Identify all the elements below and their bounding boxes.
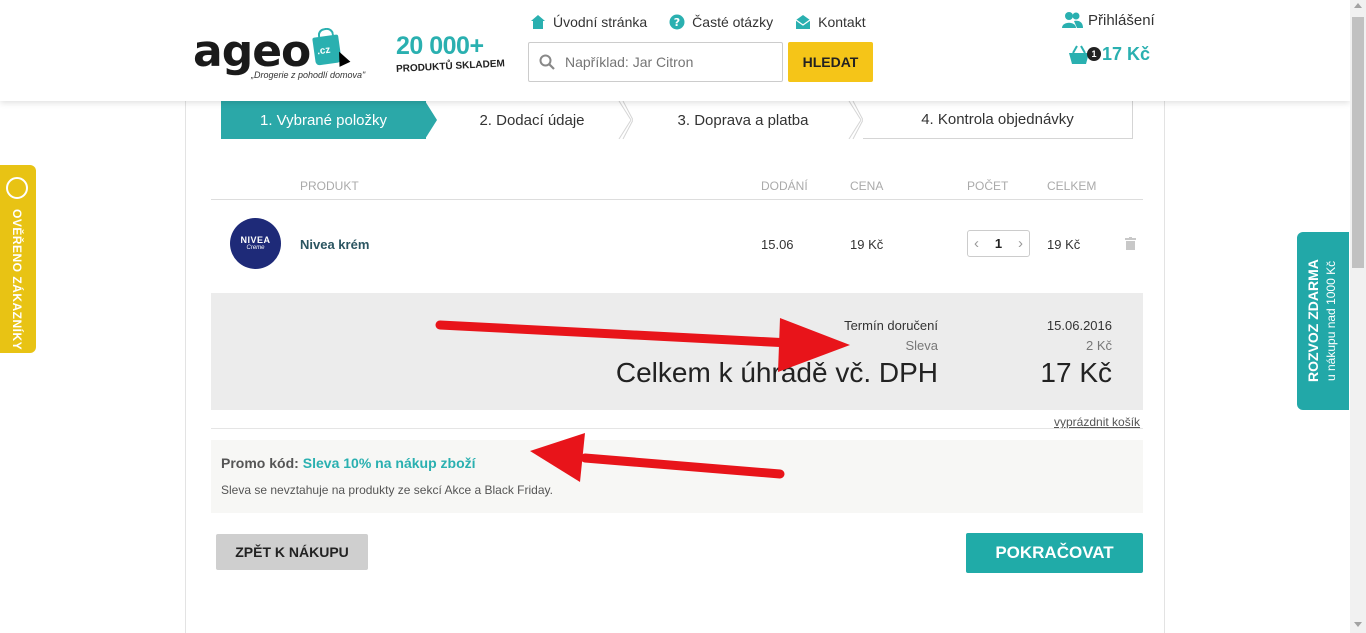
chevron-left-icon[interactable]: ‹	[974, 235, 979, 252]
promo-label: Promo kód:	[221, 455, 299, 471]
logo-tagline: „Drogerie z pohodlí domova"	[251, 70, 366, 80]
trash-icon[interactable]	[1125, 237, 1136, 250]
step-arrow	[848, 101, 863, 139]
discount-value: 2 Kč	[1085, 338, 1112, 353]
quantity-stepper: ‹ 1 ›	[967, 230, 1030, 257]
col-header-product: PRODUKT	[300, 179, 359, 193]
step-shipping-payment[interactable]: 3. Doprava a platba	[633, 101, 853, 139]
free-shipping-tab[interactable]: ROZVOZ ZDARMA u nákupu nad 1000 Kč	[1297, 232, 1349, 410]
delivery-date-label: Termín doručení	[844, 318, 938, 333]
product-name-link[interactable]: Nivea krém	[300, 237, 369, 252]
logo-badge: .cz	[316, 44, 332, 58]
continue-button[interactable]: POKRAČOVAT	[966, 533, 1143, 573]
product-image-sub: Creme	[246, 245, 265, 251]
scroll-up-arrow-icon[interactable]	[1354, 3, 1362, 8]
envelope-icon	[795, 15, 811, 29]
nav-contact-label: Kontakt	[818, 14, 866, 30]
total-value: 17 Kč	[1040, 357, 1112, 388]
step-selected-items[interactable]: 1. Vybrané položky	[221, 101, 426, 139]
seal-icon	[6, 177, 28, 199]
total-label: Celkem k úhradě vč. DPH	[615, 357, 938, 388]
step-arrow	[618, 101, 633, 139]
svg-text:?: ?	[674, 16, 680, 29]
promo-box: Promo kód: Sleva 10% na nákup zboží Sleva…	[211, 440, 1143, 513]
products-count-badge: 20 000+ PRODUKTŮ SKLADEM	[395, 32, 511, 76]
col-header-qty: POČET	[967, 179, 1009, 193]
search-icon	[539, 54, 555, 70]
col-header-delivery: DODÁNÍ	[761, 179, 808, 193]
free-shipping-subtitle: u nákupu nad 1000 Kč	[1324, 260, 1338, 382]
header: ageo .cz „Drogerie z pohodlí domova" 20 …	[0, 0, 1350, 101]
cart-button[interactable]: 1 17 Kč	[1068, 44, 1150, 65]
scrollbar[interactable]	[1350, 0, 1366, 633]
step-label: 3. Doprava a platba	[677, 111, 809, 129]
logo-text: ageo	[193, 26, 311, 77]
search-button[interactable]: HLEDAT	[788, 42, 873, 82]
product-total: 19 Kč	[1047, 237, 1081, 252]
step-label: 2. Dodací údaje	[479, 111, 585, 129]
free-shipping-title: ROZVOZ ZDARMA	[1305, 259, 1321, 383]
product-price: 19 Kč	[850, 237, 884, 252]
login-label: Přihlášení	[1088, 11, 1155, 29]
scrollbar-thumb[interactable]	[1352, 17, 1364, 268]
divider	[211, 199, 1143, 200]
top-nav: Úvodní stránka ? Časté otázky Kontakt	[530, 12, 866, 32]
discount-label: Sleva	[905, 338, 938, 353]
cart-count-badge: 1	[1087, 47, 1101, 61]
product-image-brand: NIVEA	[240, 235, 271, 245]
step-label: 4. Kontrola objednávky	[921, 111, 1074, 128]
verified-label: OVĚŘENO ZÁKAZNÍKY	[10, 209, 24, 351]
products-label: PRODUKTŮ SKLADEM	[395, 58, 506, 76]
divider	[211, 428, 1143, 429]
question-icon: ?	[669, 14, 685, 30]
users-icon	[1062, 12, 1083, 28]
search-box	[528, 42, 783, 82]
home-icon	[531, 15, 545, 29]
promo-code: Sleva 10% na nákup zboží	[302, 455, 476, 471]
nav-home-link[interactable]: Úvodní stránka	[530, 12, 647, 32]
order-summary: Termín doručení 15.06.2016 Sleva 2 Kč Ce…	[211, 293, 1143, 410]
col-header-total: CELKEM	[1047, 179, 1097, 193]
promo-title: Promo kód: Sleva 10% na nákup zboží	[221, 455, 476, 471]
checkout-steps: 1. Vybrané položky 2. Dodací údaje 3. Do…	[221, 101, 1133, 139]
back-to-shop-button[interactable]: ZPĚT K NÁKUPU	[216, 534, 368, 570]
page: ageo .cz „Drogerie z pohodlí domova" 20 …	[0, 0, 1366, 633]
product-delivery: 15.06	[761, 237, 794, 252]
chevron-right-icon[interactable]: ›	[1018, 235, 1023, 252]
cart-total: 17 Kč	[1102, 44, 1151, 64]
empty-cart-link[interactable]: vyprázdnit košík	[1054, 415, 1140, 429]
step-order-review[interactable]: 4. Kontrola objednávky	[863, 101, 1133, 139]
product-image[interactable]: NIVEA Creme	[230, 218, 281, 269]
products-count: 20 000+	[396, 32, 484, 60]
delivery-date-value: 15.06.2016	[1046, 318, 1112, 333]
nav-contact-link[interactable]: Kontakt	[795, 12, 866, 32]
col-header-price: CENA	[850, 179, 884, 193]
nav-home-label: Úvodní stránka	[553, 14, 648, 30]
step-label: 1. Vybrané položky	[259, 111, 388, 129]
verified-by-customers-tab[interactable]: OVĚŘENO ZÁKAZNÍKY	[0, 165, 36, 353]
nav-faq-label: Časté otázky	[692, 14, 774, 30]
search-input[interactable]	[565, 54, 765, 70]
step-delivery-details[interactable]: 2. Dodací údaje	[437, 101, 627, 139]
nav-faq-link[interactable]: ? Časté otázky	[669, 12, 773, 32]
login-link[interactable]: Přihlášení	[1062, 11, 1155, 29]
quantity-value[interactable]: 1	[995, 236, 1002, 251]
scroll-down-arrow-icon[interactable]	[1354, 622, 1362, 627]
promo-note: Sleva se nevztahuje na produkty ze sekcí…	[221, 483, 553, 497]
